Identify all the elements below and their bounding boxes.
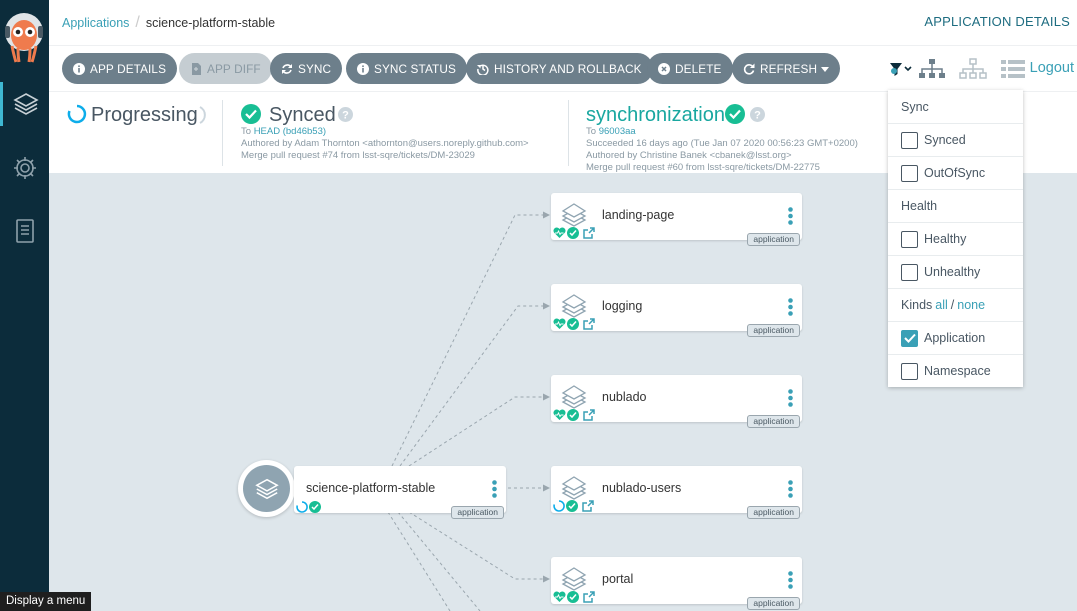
layers-icon [243,465,290,512]
progressing-icon [553,499,565,513]
kebab-menu-icon[interactable] [788,298,793,316]
filter-kinds-row: Kinds all / none [888,288,1023,321]
app-node[interactable]: portal application [551,557,802,610]
heart-icon [553,226,566,240]
filter-application-option[interactable]: Application [888,321,1023,354]
heart-icon [553,408,566,422]
node-status [553,499,594,513]
app-node[interactable]: nublado application [551,375,802,428]
filter-sync-heading: Sync [901,99,929,114]
external-link-icon[interactable] [583,408,595,422]
app-node[interactable]: landing-page application [551,193,802,246]
external-link-icon[interactable] [583,317,595,331]
synced-icon [567,408,579,422]
kind-tag: application [747,233,800,246]
kebab-menu-icon[interactable] [788,389,793,407]
kebab-menu-icon[interactable] [492,480,497,498]
checkbox[interactable] [901,230,918,248]
filter-label: Namespace [924,364,991,378]
synced-icon [566,499,578,513]
filter-healthy-option[interactable]: Healthy [888,222,1023,255]
filter-outofsync-option[interactable]: OutOfSync [888,156,1023,189]
synced-icon [567,590,579,604]
kinds-label: Kinds [901,298,933,312]
checkbox-checked[interactable] [901,329,918,347]
synced-icon [567,226,579,240]
kinds-none-link[interactable]: none [957,298,985,312]
kind-tag: application [747,506,800,519]
filter-label: Unhealthy [924,265,981,279]
app-node[interactable]: nublado-users application [551,466,802,519]
kind-tag: application [747,324,800,337]
node-status [553,226,595,240]
kind-tag: application [451,506,504,519]
filter-label: OutOfSync [924,166,986,180]
kind-tag: application [747,597,800,610]
node-status [296,500,321,514]
filter-health-heading: Health [888,189,1023,222]
node-status [553,590,595,604]
node-name: nublado [602,390,647,404]
root-app-icon[interactable] [238,460,295,517]
node-name: logging [602,299,643,313]
filter-namespace-option[interactable]: Namespace [888,354,1023,387]
filter-label: Synced [924,133,966,147]
filter-synced-option[interactable]: Synced [888,123,1023,156]
progressing-icon [296,500,308,514]
node-status [553,408,595,422]
synced-icon [567,317,579,331]
node-name: portal [602,572,634,586]
heart-icon [553,590,566,604]
kinds-separator: / [950,298,955,312]
kebab-menu-icon[interactable] [788,207,793,225]
node-name: science-platform-stable [306,481,436,495]
synced-icon [309,500,321,514]
root-app-node[interactable]: science-platform-stable application [294,466,506,519]
node-name: landing-page [602,208,675,222]
filter-dropdown: Sync Synced OutOfSync Health Healthy Unh… [888,90,1023,387]
app-node[interactable]: logging application [551,284,802,337]
kebab-menu-icon[interactable] [788,571,793,589]
kind-tag: application [747,415,800,428]
filter-unhealthy-option[interactable]: Unhealthy [888,255,1023,288]
checkbox[interactable] [901,131,918,149]
filter-label: Application [924,331,986,345]
filter-label: Healthy [924,232,967,246]
kinds-all-link[interactable]: all [935,298,948,312]
checkbox[interactable] [901,362,918,380]
node-status [553,317,595,331]
checkbox[interactable] [901,164,918,182]
checkbox[interactable] [901,263,918,281]
kebab-menu-icon[interactable] [788,480,793,498]
heart-icon [553,317,566,331]
external-link-icon[interactable] [583,590,595,604]
external-link-icon[interactable] [583,226,595,240]
external-link-icon[interactable] [582,499,594,513]
node-name: nublado-users [602,481,682,495]
